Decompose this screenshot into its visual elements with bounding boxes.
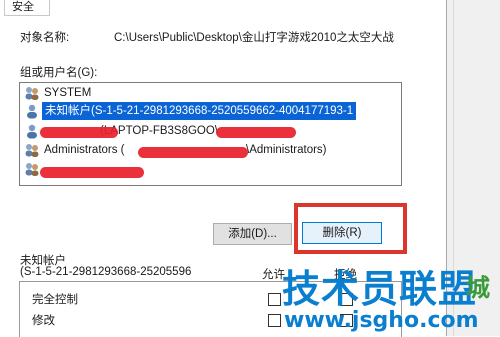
watermark-title: 技术员联盟 (282, 267, 478, 311)
object-name-label: 对象名称: (20, 32, 70, 44)
tab-security[interactable]: 安全 (4, 0, 50, 16)
watermark-logo: 技术员联盟 www.jsgho.com 城 (282, 258, 500, 336)
redaction-mark (40, 127, 118, 138)
groups-label: 组或用户名(G): (20, 67, 98, 79)
users-icon (25, 163, 39, 176)
annotation-highlight (294, 203, 407, 254)
list-item-label: 未知帐户(S-1-5-21-2981293668-2520559662-4004… (42, 102, 357, 120)
users-icon (25, 144, 39, 157)
list-item-label-suffix: \Administrators) (246, 144, 327, 156)
redaction-mark (138, 147, 248, 158)
add-button[interactable]: 添加(D)... (213, 223, 292, 245)
allow-full-control-checkbox[interactable] (268, 293, 281, 306)
permissions-sid-label: (S-1-5-21-2981293668-25205596 (20, 266, 192, 278)
watermark-side-char: 城 (466, 274, 490, 302)
list-item-label: SYSTEM (44, 87, 92, 99)
object-name-value: C:\Users\Public\Desktop\金山打字游戏2010之太空大战 (114, 32, 394, 44)
list-item-label: Administrators ( (44, 144, 125, 156)
groups-listbox[interactable]: SYSTEM 未知帐户(S-1-5-21-2981293668-25205596… (19, 82, 402, 186)
user-icon (27, 124, 37, 139)
redaction-mark (216, 127, 296, 138)
allow-modify-checkbox[interactable] (268, 314, 281, 327)
permission-modify-label: 修改 (32, 315, 55, 327)
users-icon (25, 87, 39, 100)
user-icon (27, 104, 37, 119)
permission-full-control-label: 完全控制 (32, 294, 78, 306)
watermark-url: www.jsgho.com (284, 308, 479, 333)
list-item-unknown-account[interactable]: 未知帐户(S-1-5-21-2981293668-2520559662-4004… (22, 102, 397, 120)
redaction-mark (40, 167, 144, 178)
